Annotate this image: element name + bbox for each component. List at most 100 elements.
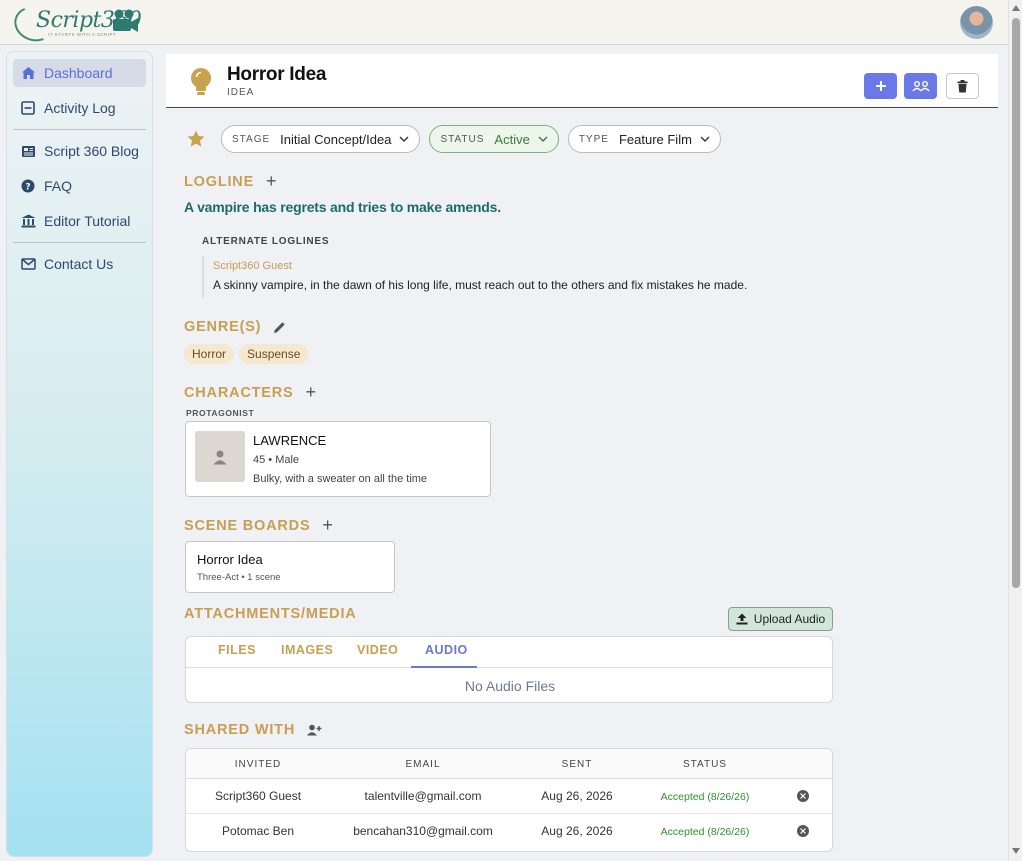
sidebar-item-label: FAQ xyxy=(44,178,73,194)
newspaper-icon xyxy=(20,143,36,159)
page-subtitle: IDEA xyxy=(227,87,255,98)
remove-share-icon[interactable] xyxy=(797,825,809,837)
character-name: LAWRENCE xyxy=(253,433,327,448)
column-email: EMAIL xyxy=(405,759,441,770)
sidebar-item-activity-log[interactable]: Activity Log xyxy=(13,94,146,122)
type-value: Feature Film xyxy=(618,131,692,147)
table-row: Script360 Guest talentville@gmail.com Au… xyxy=(186,779,832,814)
sidebar-item-editor-tutorial[interactable]: Editor Tutorial xyxy=(13,207,146,235)
upload-audio-button[interactable]: Upload Audio xyxy=(728,607,833,631)
sidebar-item-faq[interactable]: ? FAQ xyxy=(13,172,146,200)
upload-audio-label: Upload Audio xyxy=(753,612,826,626)
sidebar: Dashboard Activity Log Script 360 Blog ?… xyxy=(6,51,153,857)
sidebar-item-label: Dashboard xyxy=(44,65,113,81)
mail-icon xyxy=(20,256,36,272)
media-panel: FILES IMAGES VIDEO AUDIO No Audio Files xyxy=(185,636,833,703)
stage-label: STAGE xyxy=(232,133,271,145)
sidebar-item-blog[interactable]: Script 360 Blog xyxy=(13,137,146,165)
stage-value: Initial Concept/Idea xyxy=(280,131,392,147)
add-user-icon[interactable] xyxy=(307,724,322,736)
shared-with-table: INVITED EMAIL SENT STATUS Script360 Gues… xyxy=(185,748,833,852)
chevron-down-icon xyxy=(538,136,548,142)
character-card[interactable]: LAWRENCE 45 • Male Bulky, with a sweater… xyxy=(185,421,491,497)
trash-icon xyxy=(957,79,968,92)
scroll-down-arrow-icon[interactable] xyxy=(1012,848,1020,854)
column-invited: INVITED xyxy=(234,759,282,770)
user-avatar[interactable] xyxy=(960,6,993,39)
sidebar-item-contact-us[interactable]: Contact Us xyxy=(13,250,146,278)
genre-tag: Suspense xyxy=(239,344,309,364)
top-bar: Script360 IT STARTS WITH A SCRIPT xyxy=(0,0,1008,47)
cell-sent: Aug 26, 2026 xyxy=(541,789,613,803)
status-value: Active xyxy=(494,131,530,147)
type-dropdown[interactable]: TYPE Feature Film xyxy=(567,125,721,153)
delete-button[interactable] xyxy=(946,73,979,99)
sidebar-item-label: Script 360 Blog xyxy=(44,143,139,159)
cell-status: Accepted (8/26/26) xyxy=(660,791,750,803)
stage-dropdown[interactable]: STAGE Initial Concept/Idea xyxy=(221,125,421,153)
question-icon: ? xyxy=(20,178,36,194)
scroll-thumb[interactable] xyxy=(1012,18,1020,588)
shared-with-title: SHARED WITH xyxy=(184,722,296,738)
logline-text: A vampire has regrets and tries to make … xyxy=(184,199,501,215)
character-description: Bulky, with a sweater on all the time xyxy=(253,473,428,485)
character-photo-placeholder xyxy=(195,431,245,482)
tab-files[interactable]: FILES xyxy=(218,643,256,657)
status-dropdown[interactable]: STATUS Active xyxy=(429,125,559,153)
logo-tagline: IT STARTS WITH A SCRIPT xyxy=(48,32,117,37)
attachments-heading: ATTACHMENTS/MEDIA xyxy=(184,606,357,622)
cell-status: Accepted (8/26/26) xyxy=(660,826,750,838)
characters-title: CHARACTERS xyxy=(184,384,294,401)
upload-icon xyxy=(736,613,748,625)
attachments-title: ATTACHMENTS/MEDIA xyxy=(184,606,357,622)
svg-text:?: ? xyxy=(25,183,30,193)
add-scene-board-plus-icon[interactable]: + xyxy=(322,515,333,536)
bank-icon xyxy=(20,213,36,229)
logline-heading: LOGLINE + xyxy=(184,171,277,192)
active-tab-indicator xyxy=(411,666,477,668)
meta-chips: STAGE Initial Concept/Idea STATUS Active… xyxy=(186,125,730,153)
logline-title: LOGLINE xyxy=(184,173,255,190)
script360-logo[interactable]: Script360 IT STARTS WITH A SCRIPT xyxy=(9,1,142,47)
cell-invited: Potomac Ben xyxy=(221,824,295,838)
table-row: Potomac Ben bencahan310@gmail.com Aug 26… xyxy=(186,814,832,849)
sidebar-item-dashboard[interactable]: Dashboard xyxy=(13,59,146,87)
home-icon xyxy=(20,65,36,81)
tab-audio[interactable]: AUDIO xyxy=(425,643,468,657)
pencil-edit-icon[interactable] xyxy=(273,321,286,334)
characters-heading: CHARACTERS + xyxy=(184,382,317,403)
list-icon xyxy=(20,100,36,116)
tab-video[interactable]: VIDEO xyxy=(357,643,398,657)
alternate-logline-text: A skinny vampire, in the dawn of his lon… xyxy=(213,278,748,292)
media-tabs: FILES IMAGES VIDEO AUDIO xyxy=(186,637,832,668)
shared-with-heading: SHARED WITH xyxy=(184,722,322,738)
sidebar-item-label: Activity Log xyxy=(44,100,116,116)
scene-board-card[interactable]: Horror Idea Three-Act • 1 scene xyxy=(185,541,395,593)
table-header: INVITED EMAIL SENT STATUS xyxy=(186,749,832,779)
scene-boards-heading: SCENE BOARDS + xyxy=(184,515,334,536)
chevron-down-icon xyxy=(399,136,409,142)
cell-invited: Script360 Guest xyxy=(214,789,302,803)
people-group-icon xyxy=(911,81,930,92)
genres-title: GENRE(S) xyxy=(184,319,262,335)
character-meta: 45 • Male xyxy=(253,454,300,466)
add-character-plus-icon[interactable]: + xyxy=(306,382,317,403)
genres-heading: GENRE(S) xyxy=(184,319,286,335)
cell-email: talentville@gmail.com xyxy=(364,789,482,803)
column-sent: SENT xyxy=(561,759,593,770)
add-logline-plus-icon[interactable]: + xyxy=(266,171,277,192)
cell-sent: Aug 26, 2026 xyxy=(541,824,613,838)
add-button[interactable] xyxy=(864,73,897,99)
sidebar-item-label: Editor Tutorial xyxy=(44,213,131,229)
page-header: Horror Idea IDEA xyxy=(166,54,998,108)
tab-images[interactable]: IMAGES xyxy=(281,643,333,657)
star-icon[interactable] xyxy=(186,129,206,149)
scroll-up-arrow-icon[interactable] xyxy=(1012,5,1020,11)
page-scrollbar[interactable] xyxy=(1008,0,1022,861)
remove-share-icon[interactable] xyxy=(797,790,809,802)
type-label: TYPE xyxy=(578,133,609,145)
collaborators-button[interactable] xyxy=(904,73,937,99)
cell-email: bencahan310@gmail.com xyxy=(353,824,493,838)
film-camera-icon xyxy=(113,9,138,32)
plus-icon xyxy=(875,81,886,91)
